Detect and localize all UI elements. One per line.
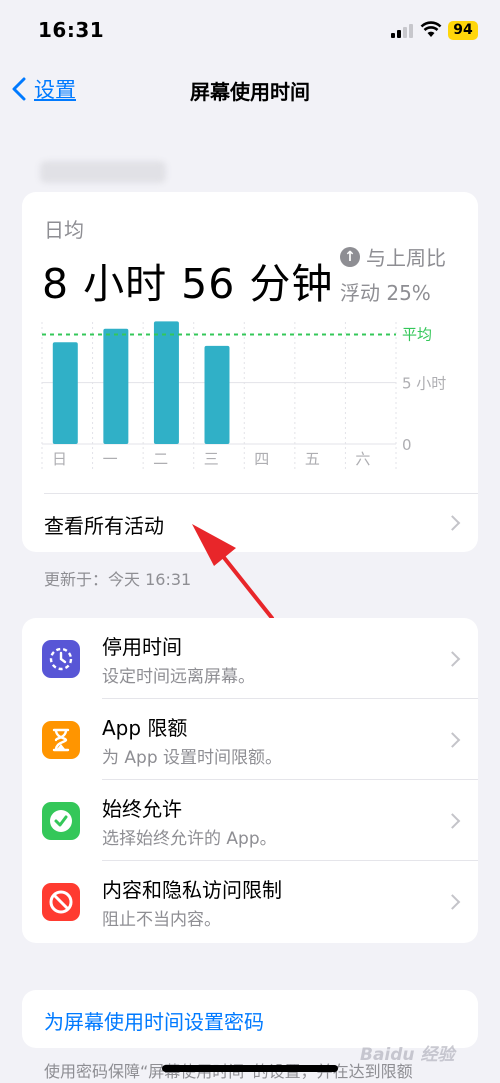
screen-time-summary-card: 日均 8 小时 56 分钟 ↑ 与上周比 浮动 25% 日一二三四五六5 小时 0… (22, 192, 478, 552)
home-indicator (162, 1065, 338, 1072)
menu-item-content-privacy-restrictions[interactable]: 内容和隐私访问限制 阻止不当内容。 (22, 861, 478, 942)
navigation-bar: 设置 屏幕使用时间 (0, 62, 500, 116)
updated-timestamp: 更新于：今天 16:31 (44, 570, 192, 589)
chart-x-tick-label: 四 (254, 450, 269, 468)
status-time: 16:31 (38, 18, 105, 42)
menu-item-subtitle: 设定时间远离屏幕。 (102, 667, 255, 687)
menu-item-subtitle: 为 App 设置时间限额。 (102, 748, 283, 768)
chevron-right-icon (444, 731, 461, 748)
chart-y-tick-label: 5 小时 (402, 375, 446, 393)
chart-average-label: 平均 (402, 325, 432, 343)
set-passcode-label: 为屏幕使用时间设置密码 (44, 1010, 264, 1034)
chart-x-tick-label: 六 (355, 450, 370, 468)
status-bar: 16:31 94 (0, 0, 500, 62)
chart-x-tick-label: 五 (305, 450, 320, 468)
downtime-icon (42, 640, 80, 678)
cellular-signal-icon (391, 22, 417, 38)
chart-x-tick-label: 二 (153, 450, 168, 468)
watermark-logo: Baidu 经验 (360, 1045, 455, 1065)
page-title: 屏幕使用时间 (190, 80, 310, 104)
chart-y-tick-label: 0 (402, 436, 412, 454)
menu-item-title: 始终允许 (102, 797, 182, 821)
menu-item-title: 内容和隐私访问限制 (102, 878, 282, 902)
chart-x-tick-label: 三 (204, 450, 219, 468)
menu-item-subtitle: 阻止不当内容。 (102, 910, 221, 930)
chart-bar (52, 342, 78, 444)
blurred-device-label (40, 161, 166, 183)
menu-item-subtitle: 选择始终允许的 App。 (102, 829, 277, 849)
menu-item-title: App 限额 (102, 716, 188, 740)
wifi-icon (420, 21, 442, 37)
chevron-right-icon (444, 515, 461, 531)
chart-x-tick-label: 一 (103, 450, 118, 468)
chart-bar (103, 328, 129, 444)
hourglass-icon (42, 721, 80, 759)
chart-x-tick-label: 日 (52, 450, 67, 468)
chart-bar (204, 345, 230, 444)
weekly-usage-chart: 日 一 二 三 四 五 六 5 小时 0 平均 (41, 321, 446, 470)
battery-indicator: 94 (448, 21, 478, 40)
menu-item-app-limits[interactable]: App 限额 为 App 设置时间限额。 (22, 699, 478, 780)
chart-bar (153, 321, 179, 444)
menu-item-downtime[interactable]: 停用时间 设定时间远离屏幕。 (22, 618, 478, 699)
checkmark-seal-icon (42, 802, 80, 840)
chevron-right-icon (444, 893, 461, 910)
menu-item-title: 停用时间 (102, 635, 182, 659)
screen-time-options-list: 停用时间 设定时间远离屏幕。 App 限额 为 App 设置时间限额。 始终允许… (22, 618, 478, 943)
see-all-activity-button[interactable]: 查看所有活动 (22, 494, 478, 552)
menu-item-always-allowed[interactable]: 始终允许 选择始终允许的 App。 (22, 780, 478, 861)
see-all-activity-label: 查看所有活动 (44, 514, 164, 538)
chevron-right-icon (444, 812, 461, 829)
restriction-icon (42, 883, 80, 921)
chevron-right-icon (444, 650, 461, 667)
